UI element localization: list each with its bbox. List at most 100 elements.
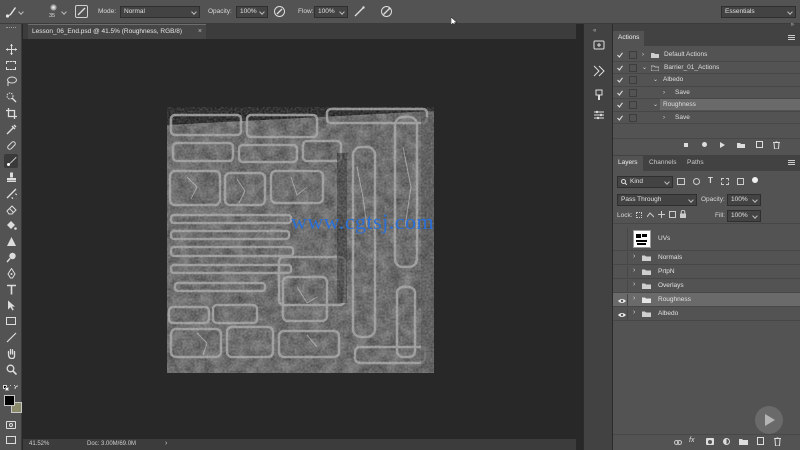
expand-group-chevron-icon[interactable]: ›	[633, 309, 635, 316]
new-set-folder-icon[interactable]	[737, 142, 745, 148]
foreground-color-swatch[interactable]	[4, 395, 15, 406]
layer-row-roughness[interactable]: › Roughness	[613, 293, 800, 307]
flow-input[interactable]: 100%	[314, 6, 348, 18]
properties-panel-icon[interactable]	[592, 64, 606, 78]
filter-shape-icon[interactable]	[721, 178, 729, 185]
document-tab[interactable]: Lesson_06_End.psd @ 41.5% (Roughness, RG…	[28, 24, 206, 39]
expand-chevron-icon[interactable]: ›	[663, 88, 665, 98]
workspace-select[interactable]: Essentials	[721, 6, 796, 18]
dialog-toggle-box[interactable]	[629, 113, 637, 122]
collapse-chevron-icon[interactable]: ⌄	[653, 100, 658, 110]
tool-preset-chevron-icon[interactable]	[18, 9, 24, 15]
filter-pixel-icon[interactable]	[677, 178, 685, 185]
zoom-tool-icon[interactable]	[4, 362, 18, 376]
expand-group-chevron-icon[interactable]: ›	[633, 281, 635, 288]
rectangle-tool-icon[interactable]	[4, 314, 18, 328]
canvas-area[interactable]: www.cgtsj.com	[23, 39, 576, 439]
collapse-chevron-icon[interactable]: ⌄	[642, 63, 647, 73]
brush-settings-icon[interactable]	[592, 88, 606, 102]
filter-type-icon[interactable]: T	[708, 176, 713, 185]
tab-layers[interactable]: Layers	[613, 156, 643, 171]
action-row-albedo[interactable]: ⌄ Albedo	[613, 74, 800, 87]
brush-picker-chevron-icon[interactable]	[61, 9, 67, 15]
record-icon[interactable]	[702, 142, 707, 147]
layers-panel-menu-icon[interactable]	[788, 160, 795, 165]
lasso-tool-icon[interactable]	[4, 74, 18, 88]
eyedropper-tool-icon[interactable]	[4, 122, 18, 136]
lock-artboard-icon[interactable]	[669, 211, 676, 218]
layer-style-fx-icon[interactable]: fx	[689, 437, 694, 444]
pressure-size-icon[interactable]	[380, 5, 393, 18]
delete-action-icon[interactable]	[773, 141, 780, 149]
dialog-toggle-box[interactable]	[629, 101, 637, 109]
zoom-level-readout[interactable]: 41.52%	[29, 441, 49, 447]
action-row-albedo-save[interactable]: › Save	[613, 87, 800, 99]
layer-row-uvs[interactable]: UVs	[613, 227, 800, 251]
brush-tool-preset-icon[interactable]	[4, 5, 18, 19]
healing-brush-tool-icon[interactable]	[4, 138, 18, 152]
new-layer-icon[interactable]	[757, 437, 764, 445]
dialog-toggle-box[interactable]	[629, 51, 637, 59]
new-adjustment-layer-icon[interactable]	[723, 438, 730, 445]
video-play-overlay-icon[interactable]	[755, 406, 783, 434]
screen-mode-icon[interactable]	[4, 433, 18, 447]
marquee-tool-icon[interactable]	[4, 58, 18, 72]
tools-panel-grip-icon[interactable]	[6, 27, 16, 29]
dialog-toggle-box[interactable]	[629, 76, 637, 84]
tab-paths[interactable]: Paths	[685, 156, 706, 170]
lock-transparent-icon[interactable]	[636, 212, 642, 218]
lock-image-icon[interactable]	[647, 211, 654, 218]
link-layers-icon[interactable]	[674, 440, 682, 445]
texture-canvas[interactable]: www.cgtsj.com	[167, 107, 434, 373]
layer-thumbnail[interactable]	[633, 230, 651, 248]
layer-opacity-input[interactable]: 100%	[727, 194, 761, 206]
add-mask-icon[interactable]	[706, 438, 714, 445]
new-action-icon[interactable]	[756, 141, 763, 148]
expand-chevron-icon[interactable]: ›	[663, 113, 665, 123]
action-row-default-actions[interactable]: › Default Actions	[613, 49, 800, 62]
filter-adjustment-icon[interactable]	[693, 178, 700, 185]
collapse-panels-icon[interactable]: «	[593, 28, 596, 34]
pen-tool-icon[interactable]	[4, 266, 18, 280]
adjustments-panel-icon[interactable]	[592, 108, 606, 122]
eye-icon[interactable]	[618, 298, 626, 304]
history-panel-icon[interactable]	[592, 38, 606, 52]
expand-group-chevron-icon[interactable]: ›	[633, 267, 635, 274]
visibility-toggle[interactable]	[616, 308, 628, 320]
brush-preset-picker[interactable]: 35	[47, 3, 61, 21]
status-menu-chevron-icon[interactable]: ›	[165, 440, 167, 447]
expand-group-chevron-icon[interactable]: ›	[633, 295, 635, 302]
new-group-icon[interactable]	[739, 438, 748, 445]
action-toggle-check-icon[interactable]	[617, 102, 623, 108]
action-toggle-check-icon[interactable]	[617, 77, 623, 83]
layer-row-overlays[interactable]: › Overlays	[613, 279, 800, 293]
quick-mask-icon[interactable]	[4, 418, 18, 432]
action-row-roughness-save[interactable]: › Save	[613, 112, 800, 124]
actions-panel-menu-icon[interactable]	[788, 35, 795, 40]
eye-icon[interactable]	[618, 312, 626, 318]
eraser-tool-icon[interactable]	[4, 202, 18, 216]
type-tool-icon[interactable]	[4, 282, 18, 296]
filter-smart-object-icon[interactable]	[737, 178, 744, 185]
swap-colors-icon[interactable]	[14, 385, 20, 391]
tab-channels[interactable]: Channels	[647, 156, 678, 170]
move-tool-icon[interactable]	[4, 42, 18, 56]
stop-recording-icon[interactable]	[684, 143, 688, 147]
collapse-dock-icon[interactable]: »	[791, 22, 794, 28]
action-toggle-check-icon[interactable]	[617, 89, 623, 96]
default-colors-icon[interactable]	[3, 385, 9, 391]
visibility-toggle[interactable]	[616, 294, 628, 306]
visibility-toggle-empty[interactable]	[616, 228, 628, 250]
expand-chevron-icon[interactable]: ›	[642, 50, 644, 60]
delete-layer-icon[interactable]	[774, 437, 781, 446]
hand-tool-icon[interactable]	[4, 346, 18, 360]
clone-stamp-tool-icon[interactable]	[4, 170, 18, 184]
expand-group-chevron-icon[interactable]: ›	[633, 253, 635, 260]
quick-selection-tool-icon[interactable]	[4, 90, 18, 104]
path-selection-tool-icon[interactable]	[4, 298, 18, 312]
opacity-input[interactable]: 100%	[236, 6, 268, 18]
paint-bucket-tool-icon[interactable]	[4, 218, 18, 232]
brush-settings-panel-icon[interactable]	[75, 5, 88, 18]
blend-mode-select[interactable]: Pass Through	[617, 194, 697, 206]
visibility-toggle-empty[interactable]	[616, 252, 628, 264]
